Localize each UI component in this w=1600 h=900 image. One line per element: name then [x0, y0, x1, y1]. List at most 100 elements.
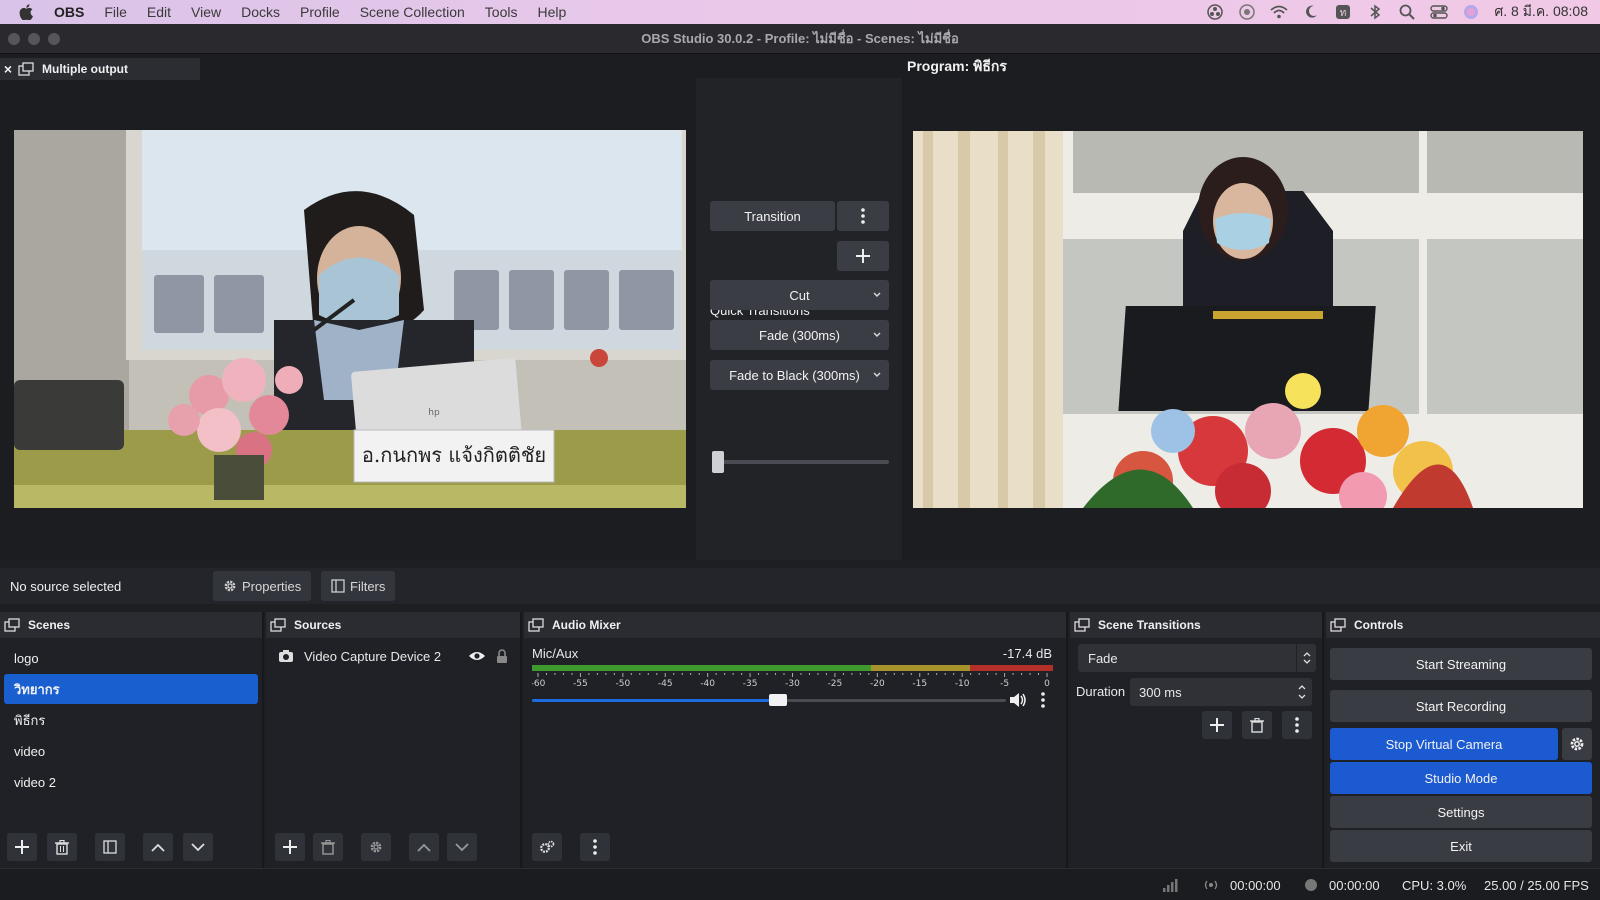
menu-profile[interactable]: Profile: [300, 4, 340, 20]
streaming-icon: [1204, 880, 1218, 890]
network-signal-icon: [1163, 879, 1178, 892]
remove-transition-button[interactable]: [1242, 711, 1272, 739]
control-center-icon[interactable]: [1430, 3, 1449, 21]
menu-scene-collection[interactable]: Scene Collection: [360, 4, 465, 20]
scene-item[interactable]: พิธีกร: [4, 705, 258, 735]
bluetooth-icon[interactable]: [1366, 3, 1384, 21]
move-source-up-button[interactable]: [409, 833, 439, 861]
transition-menu-button[interactable]: [837, 201, 889, 231]
quick-transition-fade[interactable]: Fade (300ms): [710, 320, 889, 350]
multiple-output-dock-tab[interactable]: × Multiple output: [0, 58, 200, 80]
lock-icon[interactable]: [496, 648, 508, 664]
start-recording-button[interactable]: Start Recording: [1330, 690, 1592, 722]
virtual-camera-tray-icon[interactable]: [1238, 3, 1256, 21]
sources-dock-header[interactable]: Sources: [266, 612, 520, 638]
quick-transition-fade-to-black[interactable]: Fade to Black (300ms): [710, 360, 889, 390]
audio-mixer-menu-button[interactable]: [580, 833, 610, 861]
scene-item[interactable]: video: [4, 736, 258, 766]
menu-docks[interactable]: Docks: [241, 4, 280, 20]
close-icon[interactable]: ×: [0, 61, 16, 77]
virtual-camera-settings-button[interactable]: [1562, 728, 1592, 760]
vertical-dots-icon: [593, 839, 597, 855]
chevron-up-icon: [417, 843, 431, 852]
multiple-output-label: Multiple output: [42, 62, 128, 76]
menu-app-obs[interactable]: OBS: [54, 4, 84, 20]
add-source-button[interactable]: [275, 833, 305, 861]
stop-virtual-camera-button[interactable]: Stop Virtual Camera: [1330, 728, 1558, 760]
preview-video-screen[interactable]: hp อ.กนกพร แจ้งกิตติชัย: [14, 130, 686, 508]
menu-clock[interactable]: ศ. 8 มี.ค. 08:08: [1494, 1, 1588, 23]
start-streaming-button[interactable]: Start Streaming: [1330, 648, 1592, 680]
filters-button[interactable]: Filters: [321, 571, 396, 601]
fps-readout: 25.00 / 25.00 FPS: [1484, 878, 1589, 893]
studio-mode-preview-area: × Multiple output Program: พิธีกร hp อ.ก…: [0, 54, 1600, 560]
chevron-down-icon[interactable]: [873, 360, 881, 390]
obs-tray-icon[interactable]: [1206, 3, 1224, 21]
add-scene-button[interactable]: [7, 833, 37, 861]
program-video-screen[interactable]: [913, 131, 1583, 508]
scene-item[interactable]: logo: [4, 643, 258, 673]
meter-scale-label: -60: [532, 679, 546, 689]
updown-chevron-icon[interactable]: [1292, 685, 1312, 699]
chevron-down-icon[interactable]: [873, 280, 881, 310]
add-transition-button[interactable]: [1202, 711, 1232, 739]
wifi-icon[interactable]: [1270, 3, 1288, 21]
transition-select[interactable]: Fade: [1078, 644, 1316, 672]
moon-icon[interactable]: [1302, 3, 1320, 21]
quick-transition-cut[interactable]: Cut: [710, 280, 889, 310]
menu-help[interactable]: Help: [537, 4, 566, 20]
scenes-dock-header[interactable]: Scenes: [0, 612, 262, 638]
menu-view[interactable]: View: [191, 4, 221, 20]
filters-icon: [331, 579, 345, 593]
source-item[interactable]: Video Capture Device 2: [278, 645, 508, 667]
eye-icon[interactable]: [468, 650, 486, 662]
volume-slider-handle[interactable]: [769, 694, 788, 706]
apple-logo-icon[interactable]: [18, 4, 34, 20]
keyboard-input-icon[interactable]: ท: [1334, 3, 1352, 21]
no-source-selected-label: No source selected: [10, 579, 122, 594]
remove-scene-button[interactable]: [47, 833, 77, 861]
scene-filters-button[interactable]: [95, 833, 125, 861]
move-scene-up-button[interactable]: [143, 833, 173, 861]
siri-icon[interactable]: [1462, 3, 1480, 21]
scene-label: วิทยากร: [14, 681, 60, 697]
meter-scale-label: -35: [743, 679, 758, 689]
window-close-button[interactable]: [8, 33, 20, 45]
studio-mode-button[interactable]: Studio Mode: [1330, 762, 1592, 794]
dock-window-icon: [1330, 618, 1346, 632]
duration-spinbox[interactable]: 300 ms: [1130, 678, 1312, 706]
scene-item-selected[interactable]: วิทยากร: [4, 674, 258, 704]
audio-mixer-dock-header[interactable]: Audio Mixer: [524, 612, 1066, 638]
menu-tools[interactable]: Tools: [485, 4, 518, 20]
vertical-dots-icon[interactable]: [1041, 692, 1045, 708]
menu-edit[interactable]: Edit: [147, 4, 171, 20]
preview-nameplate-text: อ.กนกพร แจ้งกิตติชัย: [362, 443, 546, 467]
t-bar-track[interactable]: [712, 460, 889, 464]
source-properties-button[interactable]: [361, 833, 391, 861]
settings-button[interactable]: Settings: [1330, 796, 1592, 828]
advanced-audio-properties-button[interactable]: [532, 833, 562, 861]
preview-video-image: hp อ.กนกพร แจ้งกิตติชัย: [14, 130, 686, 508]
controls-dock-header[interactable]: Controls: [1326, 612, 1600, 638]
duration-value: 300 ms: [1139, 684, 1182, 700]
search-icon[interactable]: [1398, 3, 1416, 21]
remove-source-button[interactable]: [313, 833, 343, 861]
transition-button[interactable]: Transition: [710, 201, 835, 231]
properties-button[interactable]: Properties: [213, 571, 312, 601]
updown-chevron-icon: [1296, 644, 1316, 672]
t-bar-handle[interactable]: [712, 451, 724, 473]
transition-panel: [696, 78, 902, 560]
move-scene-down-button[interactable]: [183, 833, 213, 861]
speaker-icon[interactable]: [1009, 692, 1027, 708]
window-minimize-button[interactable]: [28, 33, 40, 45]
add-quick-transition-button[interactable]: [837, 241, 889, 271]
meter-scale-label: -25: [828, 679, 843, 689]
scene-item[interactable]: video 2: [4, 767, 258, 797]
transition-properties-menu-button[interactable]: [1282, 711, 1312, 739]
menu-file[interactable]: File: [104, 4, 127, 20]
scene-transitions-dock-header[interactable]: Scene Transitions: [1070, 612, 1322, 638]
chevron-down-icon[interactable]: [873, 320, 881, 350]
move-source-down-button[interactable]: [447, 833, 477, 861]
exit-button[interactable]: Exit: [1330, 830, 1592, 862]
window-zoom-button[interactable]: [48, 33, 60, 45]
